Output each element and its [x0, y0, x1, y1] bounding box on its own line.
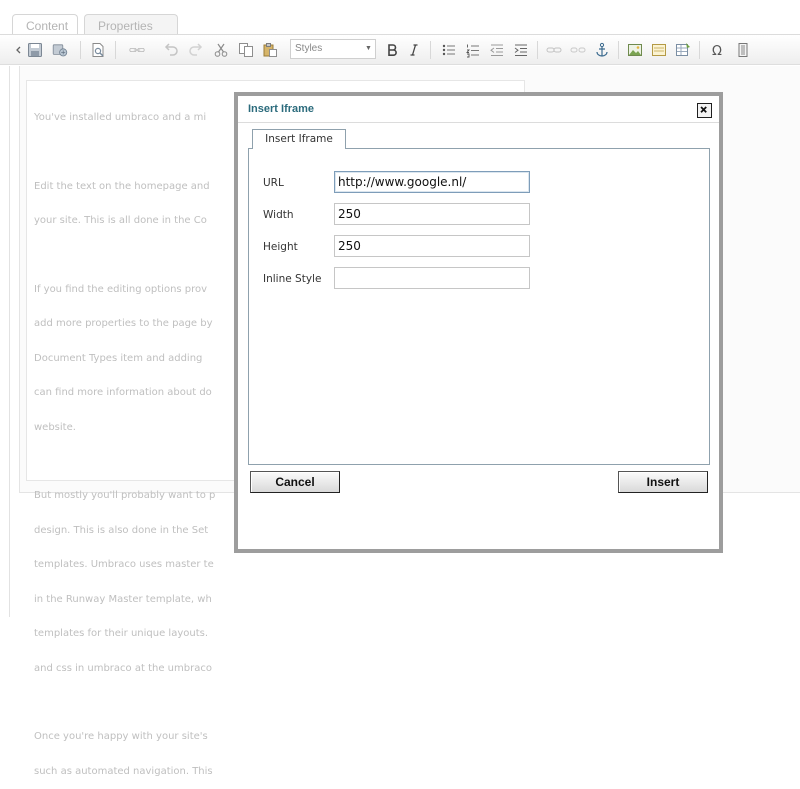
width-label: Width: [263, 209, 294, 221]
toolbar-separator: [115, 41, 116, 59]
insert-table-icon[interactable]: [675, 42, 691, 58]
page-left-border: [9, 66, 10, 617]
toolbar-separator: [699, 41, 700, 59]
chevron-down-icon: ▼: [365, 45, 372, 52]
collapse-arrow-icon[interactable]: [10, 42, 21, 58]
cut-icon[interactable]: [213, 42, 229, 58]
unlink-icon[interactable]: [570, 42, 586, 58]
editor-line: such as automated navigation. This: [34, 765, 213, 777]
close-icon: [700, 106, 707, 113]
styles-dropdown[interactable]: Styles ▼: [290, 39, 376, 59]
close-button[interactable]: [697, 103, 712, 118]
dialog-header: Insert Iframe: [238, 96, 719, 123]
editor-line: templates. Umbraco uses master te: [34, 559, 214, 570]
anchor-icon[interactable]: [594, 42, 610, 58]
italic-icon[interactable]: [406, 42, 422, 58]
editor-line: and css in umbraco at the umbraco: [34, 662, 212, 674]
link-icon[interactable]: [129, 42, 149, 58]
preview-icon[interactable]: [90, 42, 106, 58]
bold-icon[interactable]: [384, 42, 400, 58]
insert-button[interactable]: Insert: [618, 471, 708, 493]
insert-image-icon[interactable]: [627, 42, 643, 58]
width-field[interactable]: [334, 203, 530, 225]
insert-iframe-dialog: Insert Iframe Insert Iframe URL Width He…: [234, 92, 723, 553]
inline-style-field[interactable]: [334, 267, 530, 289]
bullet-list-icon[interactable]: [441, 42, 457, 58]
paste-icon[interactable]: [262, 42, 278, 58]
editor-line: [34, 697, 504, 708]
height-label: Height: [263, 241, 298, 253]
toolbar-separator: [537, 41, 538, 59]
height-field[interactable]: [334, 235, 530, 257]
styles-dropdown-value: Styles: [295, 43, 323, 54]
cancel-button[interactable]: Cancel: [250, 471, 340, 493]
indent-icon[interactable]: [513, 42, 529, 58]
html-source-icon[interactable]: [735, 42, 751, 58]
copy-icon[interactable]: [238, 42, 254, 58]
toolbar-separator: [618, 41, 619, 59]
tab-insert-iframe[interactable]: Insert Iframe: [252, 129, 346, 149]
numbered-list-icon[interactable]: [465, 42, 481, 58]
tab-properties[interactable]: Properties: [84, 14, 178, 36]
save-icon[interactable]: [27, 42, 43, 58]
insert-link-icon[interactable]: [546, 42, 562, 58]
toolbar-separator: [80, 41, 81, 59]
character-map-icon[interactable]: Ω: [709, 42, 725, 58]
editor-line: in the Runway Master template, wh: [34, 593, 212, 605]
save-publish-icon[interactable]: [52, 42, 72, 58]
svg-text:Ω: Ω: [712, 44, 722, 58]
tab-content[interactable]: Content: [12, 14, 78, 36]
iframe-properties-panel: [248, 148, 710, 465]
editor-toolbar: Styles ▼ Ω: [0, 35, 800, 65]
undo-icon[interactable]: [163, 42, 179, 58]
outdent-icon[interactable]: [489, 42, 505, 58]
inline-style-label: Inline Style: [263, 273, 322, 285]
url-field[interactable]: [334, 171, 530, 193]
url-label: URL: [263, 177, 284, 189]
editor-line: templates for their unique layouts.: [34, 628, 208, 639]
dialog-title: Insert Iframe: [248, 103, 315, 115]
editor-line: Once you're happy with your site's: [34, 731, 208, 742]
toolbar-separator: [430, 41, 431, 59]
redo-icon[interactable]: [188, 42, 204, 58]
insert-macro-icon[interactable]: [651, 42, 667, 58]
